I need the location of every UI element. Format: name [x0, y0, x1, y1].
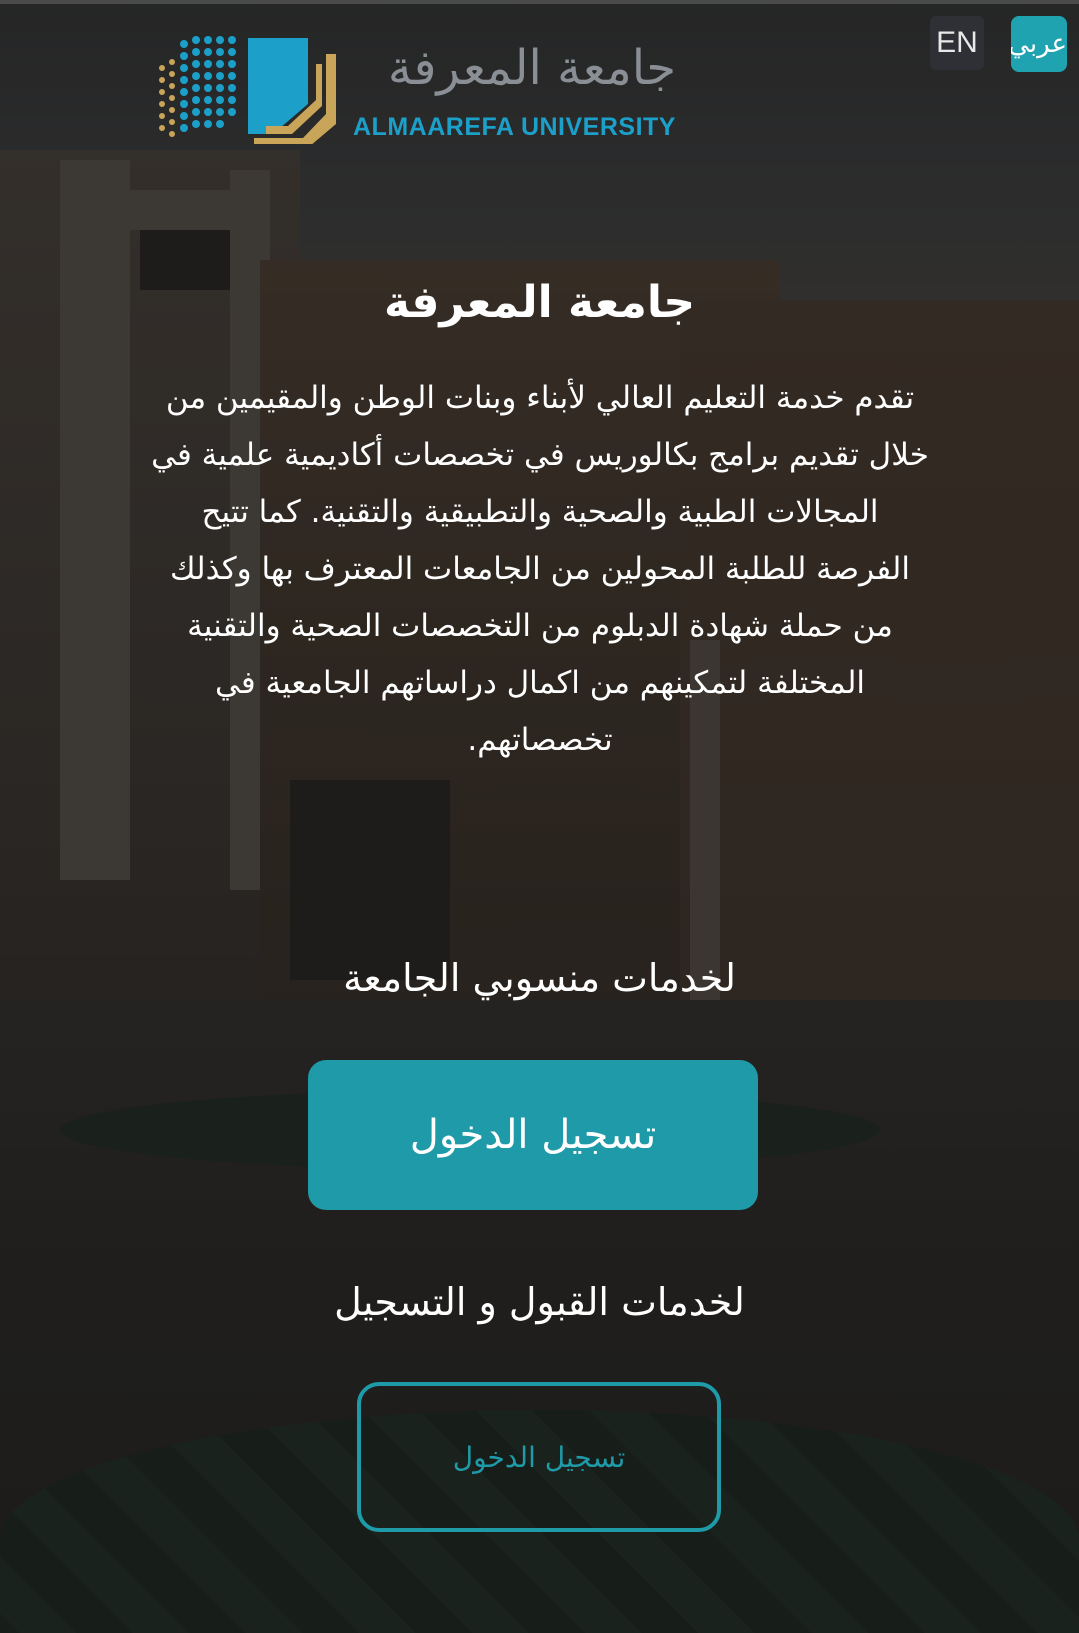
staff-services-heading: لخدمات منسوبي الجامعة — [343, 956, 736, 1000]
university-logo: جامعة المعرفة ALMAAREFA UNIVERSITY — [158, 34, 680, 144]
logo-arabic-name: جامعة المعرفة — [387, 40, 676, 96]
language-arabic-label: عربي — [1011, 29, 1067, 59]
page-title: جامعة المعرفة — [383, 277, 696, 328]
book-dots-logo-icon — [159, 36, 336, 144]
logo-english-name: ALMAAREFA UNIVERSITY — [353, 113, 676, 141]
admission-services-heading: لخدمات القبول و التسجيل — [334, 1280, 745, 1324]
admission-login-button[interactable]: تسجيل الدخول — [357, 1382, 721, 1532]
language-arabic-button[interactable]: عربي — [1011, 16, 1067, 72]
login-landing-page: جامعة المعرفة ALMAAREFA UNIVERSITY EN عر… — [0, 0, 1079, 1633]
university-description: تقدم خدمة التعليم العالي لأبناء وبنات ال… — [151, 380, 929, 758]
staff-login-button[interactable]: تسجيل الدخول — [308, 1060, 758, 1210]
language-english-button[interactable]: EN — [930, 16, 984, 70]
